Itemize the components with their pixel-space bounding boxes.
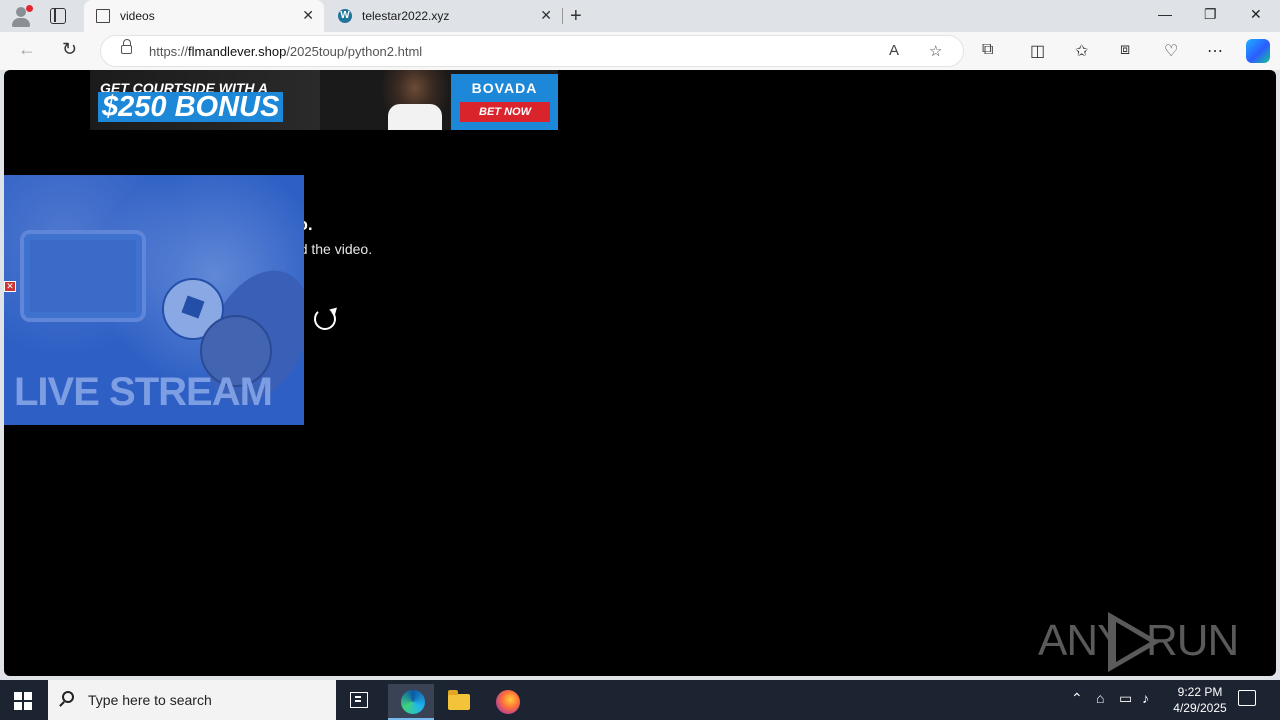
windows-start-icon[interactable] (14, 692, 32, 710)
system-clock[interactable]: 9:22 PM 4/29/2025 (1160, 684, 1240, 716)
new-tab-icon[interactable]: + (570, 5, 582, 28)
clock-date: 4/29/2025 (1173, 701, 1227, 715)
clock-time: 9:22 PM (1177, 685, 1223, 699)
page-viewport: GET COURTSIDE WITH A $250 BONUS BOVADA B… (4, 70, 1276, 676)
bet-now-button[interactable]: BET NOW (460, 102, 550, 122)
phone-image (20, 230, 146, 322)
firefox-icon (496, 690, 520, 714)
page-icon (96, 9, 110, 23)
folder-icon (448, 690, 470, 710)
search-placeholder: Type here to search (88, 692, 212, 708)
wordpress-icon: W (338, 9, 352, 23)
address-bar[interactable]: https://flmandlever.shop/2025toup/python… (100, 35, 964, 67)
extensions-icon[interactable]: ⧉ (982, 41, 993, 59)
live-stream-popup-ad[interactable]: LIVE STREAM (4, 175, 304, 425)
restore-icon[interactable]: ❐ (1204, 6, 1217, 23)
chevron-up-icon[interactable]: ⌃ (1071, 690, 1083, 707)
notifications-icon[interactable] (1238, 690, 1256, 706)
copilot-icon[interactable] (1246, 39, 1270, 63)
taskbar-search[interactable]: Type here to search (48, 680, 336, 720)
taskbar: Type here to search ⌃ ⌂ ▭ ♪ 9:22 PM 4/29… (0, 680, 1280, 720)
meet-now-icon[interactable]: ⌂ (1096, 690, 1104, 706)
file-explorer-taskbar-button[interactable] (436, 684, 482, 720)
banner-ad[interactable]: GET COURTSIDE WITH A $250 BONUS BOVADA B… (90, 70, 558, 130)
retry-icon[interactable] (314, 308, 336, 330)
favorites-icon[interactable]: ✩ (1075, 41, 1088, 61)
navigation-toolbar: ← ↻ https://flmandlever.shop/2025toup/py… (0, 32, 1280, 70)
minimize-icon[interactable]: — (1158, 6, 1172, 22)
ad-text-panel: GET COURTSIDE WITH A $250 BONUS (90, 70, 320, 130)
tab-actions-icon[interactable] (50, 8, 66, 24)
read-aloud-icon[interactable]: A (889, 42, 899, 59)
popup-headline: LIVE STREAM (14, 370, 273, 414)
tab-title: videos (120, 9, 155, 23)
tab-divider (562, 8, 563, 24)
profile-icon[interactable] (8, 4, 34, 28)
ad-bonus: $250 BONUS (98, 92, 284, 122)
back-icon[interactable]: ← (18, 39, 36, 60)
tab-title: telestar2022.xyz (362, 9, 450, 23)
ad-player-image (380, 70, 450, 130)
reload-icon[interactable]: ↻ (62, 39, 77, 60)
close-tab-icon[interactable]: ✕ (540, 7, 552, 24)
split-screen-icon[interactable]: ◫ (1030, 41, 1045, 61)
collections-icon[interactable]: ⧈ (1120, 41, 1130, 59)
more-options-icon[interactable]: ⋯ (1207, 41, 1223, 61)
task-view-icon[interactable] (350, 692, 368, 708)
tab-strip: videos ✕ W telestar2022.xyz ✕ + — ❐ ✕ (0, 0, 1280, 32)
url-text[interactable]: https://flmandlever.shop/2025toup/python… (149, 44, 422, 59)
browser-essentials-icon[interactable]: ♡ (1164, 41, 1178, 61)
ad-brand: BOVADA (471, 80, 538, 96)
firefox-taskbar-button[interactable] (484, 684, 530, 720)
close-tab-icon[interactable]: ✕ (302, 7, 314, 24)
favorite-star-icon[interactable]: ☆ (929, 42, 942, 60)
popup-close-icon[interactable]: ✕ (4, 281, 16, 292)
volume-icon[interactable]: ♪ (1142, 690, 1149, 706)
lock-icon[interactable] (121, 39, 132, 54)
edge-taskbar-button[interactable] (388, 684, 434, 720)
close-window-icon[interactable]: ✕ (1250, 6, 1262, 23)
tab-videos[interactable]: videos ✕ (84, 0, 324, 32)
tab-telestar[interactable]: W telestar2022.xyz ✕ (326, 0, 562, 32)
ad-brand-panel: BOVADA BET NOW (451, 74, 558, 130)
edge-icon (401, 690, 425, 714)
search-icon (62, 691, 74, 703)
network-icon[interactable]: ▭ (1119, 690, 1132, 707)
